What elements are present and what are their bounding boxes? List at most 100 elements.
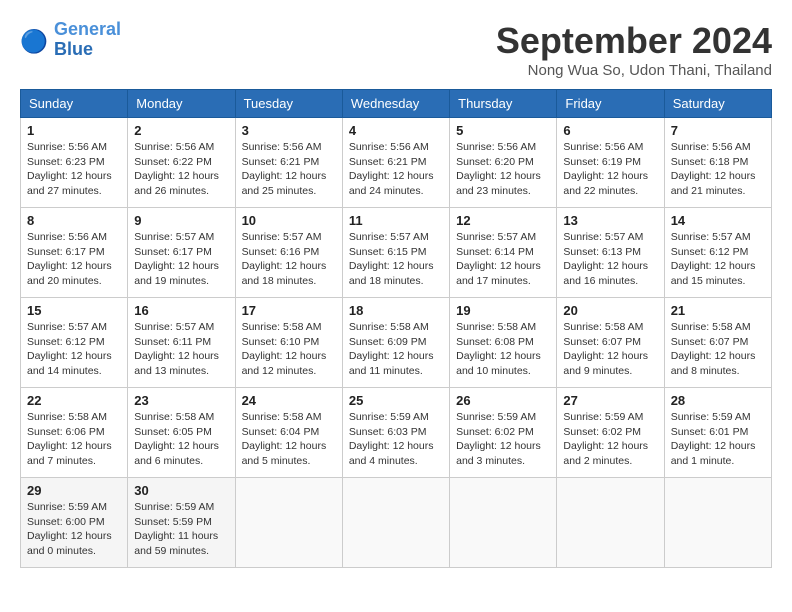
calendar-week-row: 15 Sunrise: 5:57 AM Sunset: 6:12 PM Dayl… xyxy=(21,298,772,388)
sunset-text: Sunset: 6:08 PM xyxy=(456,336,534,348)
sunset-text: Sunset: 6:07 PM xyxy=(563,336,641,348)
calendar-cell: 7 Sunrise: 5:56 AM Sunset: 6:18 PM Dayli… xyxy=(664,118,771,208)
day-number: 11 xyxy=(349,213,443,228)
calendar-cell: 6 Sunrise: 5:56 AM Sunset: 6:19 PM Dayli… xyxy=(557,118,664,208)
sunrise-text: Sunrise: 5:56 AM xyxy=(27,231,107,243)
day-number: 3 xyxy=(242,123,336,138)
daylight-text: Daylight: 12 hours and 16 minutes. xyxy=(563,260,648,287)
sunrise-text: Sunrise: 5:56 AM xyxy=(349,141,429,153)
day-info: Sunrise: 5:57 AM Sunset: 6:13 PM Dayligh… xyxy=(563,230,657,289)
sunrise-text: Sunrise: 5:58 AM xyxy=(27,411,107,423)
daylight-text: Daylight: 12 hours and 5 minutes. xyxy=(242,440,327,467)
calendar-cell: 4 Sunrise: 5:56 AM Sunset: 6:21 PM Dayli… xyxy=(342,118,449,208)
sunset-text: Sunset: 6:04 PM xyxy=(242,426,320,438)
daylight-text: Daylight: 12 hours and 9 minutes. xyxy=(563,350,648,377)
sunrise-text: Sunrise: 5:59 AM xyxy=(27,501,107,513)
sunrise-text: Sunrise: 5:56 AM xyxy=(27,141,107,153)
calendar-cell xyxy=(235,478,342,568)
logo: 🔵 General Blue xyxy=(20,20,121,60)
sunset-text: Sunset: 6:10 PM xyxy=(242,336,320,348)
daylight-text: Daylight: 12 hours and 11 minutes. xyxy=(349,350,434,377)
sunset-text: Sunset: 6:19 PM xyxy=(563,156,641,168)
day-info: Sunrise: 5:56 AM Sunset: 6:17 PM Dayligh… xyxy=(27,230,121,289)
sunset-text: Sunset: 6:05 PM xyxy=(134,426,212,438)
day-info: Sunrise: 5:57 AM Sunset: 6:11 PM Dayligh… xyxy=(134,320,228,379)
sunset-text: Sunset: 6:02 PM xyxy=(563,426,641,438)
sunset-text: Sunset: 6:12 PM xyxy=(671,246,749,258)
location: Nong Wua So, Udon Thani, Thailand xyxy=(496,62,772,79)
day-info: Sunrise: 5:58 AM Sunset: 6:04 PM Dayligh… xyxy=(242,410,336,469)
sunset-text: Sunset: 6:00 PM xyxy=(27,516,105,528)
sunrise-text: Sunrise: 5:58 AM xyxy=(242,321,322,333)
day-info: Sunrise: 5:56 AM Sunset: 6:18 PM Dayligh… xyxy=(671,140,765,199)
day-number: 24 xyxy=(242,393,336,408)
day-number: 10 xyxy=(242,213,336,228)
day-number: 16 xyxy=(134,303,228,318)
calendar-cell: 30 Sunrise: 5:59 AM Sunset: 5:59 PM Dayl… xyxy=(128,478,235,568)
day-info: Sunrise: 5:56 AM Sunset: 6:20 PM Dayligh… xyxy=(456,140,550,199)
day-number: 1 xyxy=(27,123,121,138)
daylight-text: Daylight: 12 hours and 18 minutes. xyxy=(242,260,327,287)
daylight-text: Daylight: 12 hours and 8 minutes. xyxy=(671,350,756,377)
svg-text:🔵: 🔵 xyxy=(20,28,48,54)
calendar-cell: 12 Sunrise: 5:57 AM Sunset: 6:14 PM Dayl… xyxy=(450,208,557,298)
sunset-text: Sunset: 6:20 PM xyxy=(456,156,534,168)
sunrise-text: Sunrise: 5:57 AM xyxy=(27,321,107,333)
day-info: Sunrise: 5:59 AM Sunset: 6:01 PM Dayligh… xyxy=(671,410,765,469)
sunset-text: Sunset: 6:21 PM xyxy=(349,156,427,168)
day-number: 4 xyxy=(349,123,443,138)
sunrise-text: Sunrise: 5:56 AM xyxy=(242,141,322,153)
daylight-text: Daylight: 12 hours and 24 minutes. xyxy=(349,170,434,197)
day-info: Sunrise: 5:56 AM Sunset: 6:22 PM Dayligh… xyxy=(134,140,228,199)
sunset-text: Sunset: 6:03 PM xyxy=(349,426,427,438)
daylight-text: Daylight: 12 hours and 22 minutes. xyxy=(563,170,648,197)
calendar-cell: 17 Sunrise: 5:58 AM Sunset: 6:10 PM Dayl… xyxy=(235,298,342,388)
sunrise-text: Sunrise: 5:58 AM xyxy=(242,411,322,423)
calendar-cell: 3 Sunrise: 5:56 AM Sunset: 6:21 PM Dayli… xyxy=(235,118,342,208)
daylight-text: Daylight: 12 hours and 23 minutes. xyxy=(456,170,541,197)
sunrise-text: Sunrise: 5:59 AM xyxy=(563,411,643,423)
daylight-text: Daylight: 12 hours and 27 minutes. xyxy=(27,170,112,197)
day-number: 18 xyxy=(349,303,443,318)
sunrise-text: Sunrise: 5:57 AM xyxy=(349,231,429,243)
calendar-cell: 9 Sunrise: 5:57 AM Sunset: 6:17 PM Dayli… xyxy=(128,208,235,298)
calendar-week-row: 29 Sunrise: 5:59 AM Sunset: 6:00 PM Dayl… xyxy=(21,478,772,568)
col-saturday: Saturday xyxy=(664,90,771,118)
day-number: 6 xyxy=(563,123,657,138)
sunrise-text: Sunrise: 5:59 AM xyxy=(671,411,751,423)
daylight-text: Daylight: 12 hours and 10 minutes. xyxy=(456,350,541,377)
daylight-text: Daylight: 12 hours and 19 minutes. xyxy=(134,260,219,287)
daylight-text: Daylight: 12 hours and 25 minutes. xyxy=(242,170,327,197)
sunrise-text: Sunrise: 5:59 AM xyxy=(456,411,536,423)
sunrise-text: Sunrise: 5:57 AM xyxy=(242,231,322,243)
calendar-cell: 21 Sunrise: 5:58 AM Sunset: 6:07 PM Dayl… xyxy=(664,298,771,388)
sunset-text: Sunset: 6:17 PM xyxy=(134,246,212,258)
day-number: 26 xyxy=(456,393,550,408)
day-info: Sunrise: 5:58 AM Sunset: 6:05 PM Dayligh… xyxy=(134,410,228,469)
day-info: Sunrise: 5:58 AM Sunset: 6:06 PM Dayligh… xyxy=(27,410,121,469)
calendar-cell: 11 Sunrise: 5:57 AM Sunset: 6:15 PM Dayl… xyxy=(342,208,449,298)
day-info: Sunrise: 5:57 AM Sunset: 6:17 PM Dayligh… xyxy=(134,230,228,289)
calendar-cell xyxy=(342,478,449,568)
title-block: September 2024 Nong Wua So, Udon Thani, … xyxy=(496,20,772,79)
sunset-text: Sunset: 6:06 PM xyxy=(27,426,105,438)
col-sunday: Sunday xyxy=(21,90,128,118)
calendar-cell: 24 Sunrise: 5:58 AM Sunset: 6:04 PM Dayl… xyxy=(235,388,342,478)
sunrise-text: Sunrise: 5:56 AM xyxy=(134,141,214,153)
daylight-text: Daylight: 12 hours and 13 minutes. xyxy=(134,350,219,377)
calendar-cell xyxy=(664,478,771,568)
sunrise-text: Sunrise: 5:58 AM xyxy=(456,321,536,333)
day-number: 30 xyxy=(134,483,228,498)
sunrise-text: Sunrise: 5:57 AM xyxy=(563,231,643,243)
sunset-text: Sunset: 6:22 PM xyxy=(134,156,212,168)
logo-bird-icon: 🔵 xyxy=(20,25,50,55)
daylight-text: Daylight: 12 hours and 1 minute. xyxy=(671,440,756,467)
sunset-text: Sunset: 5:59 PM xyxy=(134,516,212,528)
calendar-cell: 2 Sunrise: 5:56 AM Sunset: 6:22 PM Dayli… xyxy=(128,118,235,208)
calendar-cell: 8 Sunrise: 5:56 AM Sunset: 6:17 PM Dayli… xyxy=(21,208,128,298)
col-wednesday: Wednesday xyxy=(342,90,449,118)
day-number: 27 xyxy=(563,393,657,408)
sunset-text: Sunset: 6:07 PM xyxy=(671,336,749,348)
daylight-text: Daylight: 12 hours and 0 minutes. xyxy=(27,530,112,557)
col-friday: Friday xyxy=(557,90,664,118)
